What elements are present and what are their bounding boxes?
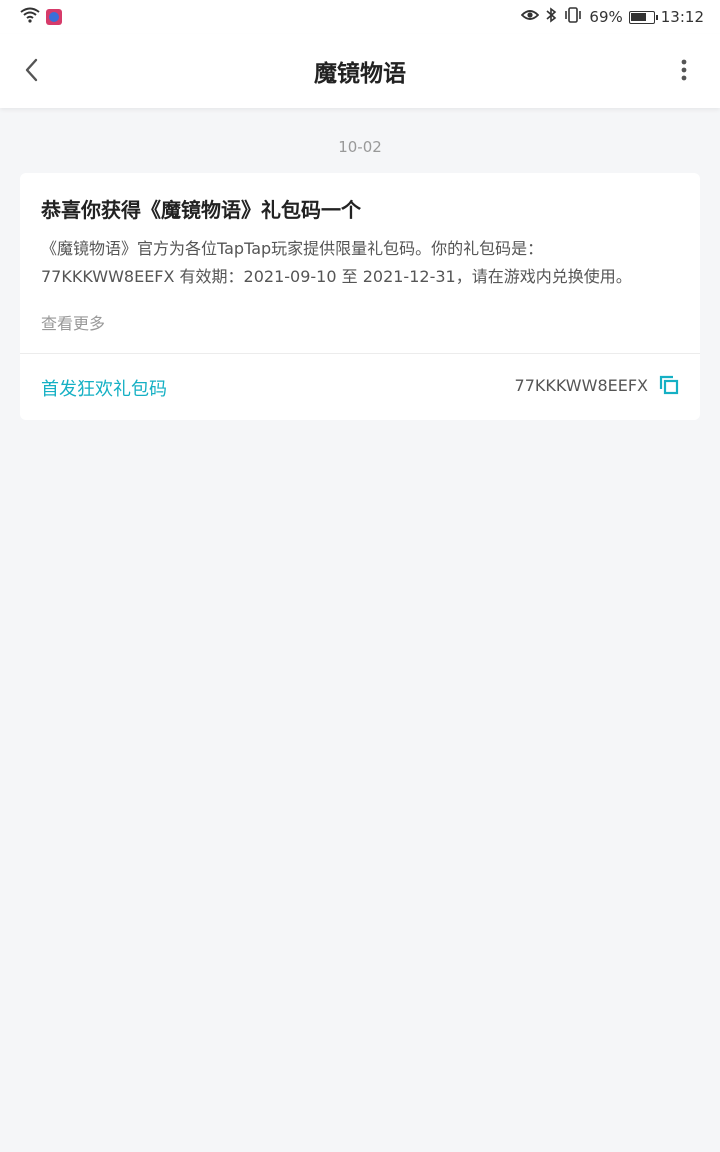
gift-message-card: 恭喜你获得《魔镜物语》礼包码一个 《魔镜物语》官方为各位TapTap玩家提供限量…: [20, 173, 700, 420]
card-divider: [20, 353, 700, 354]
clock: 13:12: [660, 8, 704, 26]
see-more-link[interactable]: 查看更多: [41, 310, 105, 334]
gift-code: 77KKKWW8EEFX: [514, 375, 648, 395]
app-header: 魔镜物语: [0, 34, 720, 108]
battery-percent: 69%: [589, 8, 623, 26]
page-title: 魔镜物语: [314, 61, 406, 87]
bluetooth-icon: [545, 7, 557, 27]
more-vertical-icon: [681, 59, 687, 81]
message-title: 恭喜你获得《魔镜物语》礼包码一个: [41, 198, 361, 222]
back-button[interactable]: [14, 52, 50, 88]
chevron-left-icon: [25, 58, 38, 82]
gift-name-link[interactable]: 首发狂欢礼包码: [41, 375, 167, 401]
copy-code-button[interactable]: [658, 374, 680, 396]
status-right: 69% 13:12: [521, 7, 704, 27]
battery-icon: [628, 10, 658, 24]
app-notification-icon: [46, 9, 62, 25]
message-body-line-1: 《魔镜物语》官方为各位TapTap玩家提供限量礼包码。你的礼包码是：: [41, 239, 544, 258]
message-body-line-2: 77KKKWW8EEFX 有效期：2021-09-10 至 2021-12-31…: [41, 267, 632, 286]
more-options-button[interactable]: [666, 52, 702, 88]
wifi-icon: [20, 7, 40, 27]
vibrate-icon: [563, 7, 583, 27]
message-date: 10-02: [338, 138, 382, 156]
message-body: 《魔镜物语》官方为各位TapTap玩家提供限量礼包码。你的礼包码是： 77KKK…: [41, 235, 681, 291]
status-left: [20, 7, 62, 27]
gift-code-row: 77KKKWW8EEFX: [515, 374, 680, 396]
copy-icon: [659, 375, 679, 395]
eye-icon: [521, 8, 540, 26]
status-bar: 69% 13:12: [0, 0, 720, 34]
